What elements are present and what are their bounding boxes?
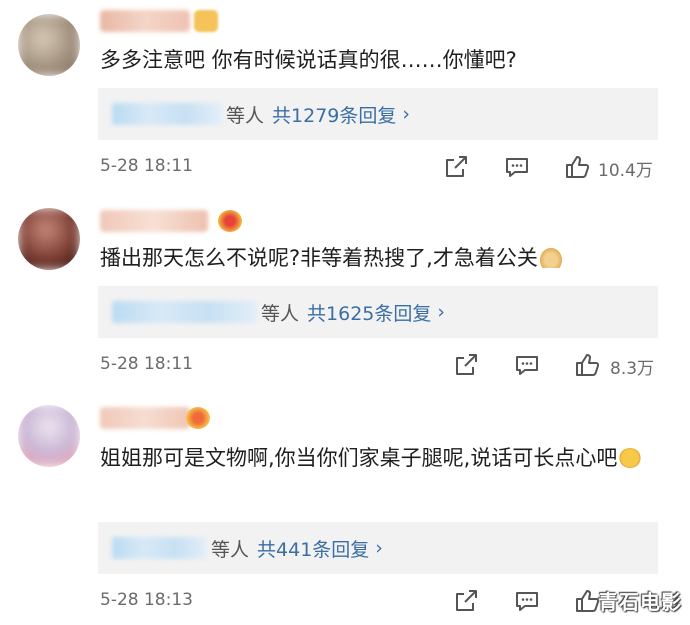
username[interactable] <box>100 407 190 429</box>
avatar[interactable] <box>18 208 80 270</box>
comment-item: 播出那天怎么不说呢?非等着热搜了,才急着公关 等人 共1625条回复 › 5-2… <box>0 198 690 398</box>
comment-text-content: 姐姐那可是文物啊,你当你们家桌子腿呢,说话可长点心吧 <box>100 446 618 470</box>
comment-icon[interactable] <box>513 351 541 379</box>
thumbs-up-icon[interactable] <box>573 351 601 379</box>
user-badge-icon <box>194 10 218 32</box>
username[interactable] <box>100 10 190 32</box>
pray-emoji-icon <box>539 248 562 268</box>
reply-summary[interactable]: 等人 共1625条回复 › <box>98 286 658 338</box>
share-icon[interactable] <box>452 587 480 615</box>
yum-emoji-icon <box>619 448 642 468</box>
crown-badge-icon <box>218 210 242 232</box>
reply-count-link[interactable]: 共1625条回复 <box>307 299 431 326</box>
reply-count-link[interactable]: 共1279条回复 <box>272 101 396 128</box>
chevron-right-icon: › <box>375 537 383 559</box>
avatar[interactable] <box>18 14 80 76</box>
reply-others-label: 等人 <box>226 104 265 127</box>
comment-text-content: 播出那天怎么不说呢?非等着热搜了,才急着公关 <box>100 246 538 270</box>
thumbs-up-icon[interactable] <box>573 587 601 615</box>
reply-users <box>112 301 257 323</box>
user-badge-icon <box>186 407 210 429</box>
avatar[interactable] <box>18 405 80 467</box>
chevron-right-icon: › <box>402 103 410 125</box>
comment-time: 5-28 18:11 <box>100 156 193 176</box>
reply-summary[interactable]: 等人 共441条回复 › <box>98 522 658 574</box>
comment-text: 姐姐那可是文物啊,你当你们家桌子腿呢,说话可长点心吧 <box>100 440 660 477</box>
reply-summary[interactable]: 等人 共1279条回复 › <box>98 88 658 140</box>
comment-footer: 5-28 18:11 8.3万 <box>0 351 690 381</box>
watermark: 青石电影 <box>598 590 682 614</box>
reply-others-label: 等人 <box>211 538 250 561</box>
chevron-right-icon: › <box>437 301 445 323</box>
reply-others-label: 等人 <box>261 302 300 325</box>
like-count: 8.3万 <box>610 359 655 379</box>
comment-item: 姐姐那可是文物啊,你当你们家桌子腿呢,说话可长点心吧 等人 共441条回复 › … <box>0 395 690 625</box>
reply-users <box>112 537 207 559</box>
comment-time: 5-28 18:11 <box>100 354 193 374</box>
comment-footer: 5-28 18:13 <box>0 587 690 617</box>
username[interactable] <box>100 210 208 232</box>
reply-count-link[interactable]: 共441条回复 <box>257 535 369 562</box>
comment-icon[interactable] <box>503 153 531 181</box>
comment-text: 多多注意吧 你有时候说话真的很……你懂吧? <box>100 48 517 72</box>
comment-text: 播出那天怎么不说呢?非等着热搜了,才急着公关 <box>100 240 670 277</box>
share-icon[interactable] <box>452 351 480 379</box>
reply-users <box>112 103 222 125</box>
comment-time: 5-28 18:13 <box>100 590 193 610</box>
comment-item: 多多注意吧 你有时候说话真的很……你懂吧? 等人 共1279条回复 › 5-28… <box>0 0 690 200</box>
share-icon[interactable] <box>442 153 470 181</box>
like-count: 10.4万 <box>598 161 653 181</box>
thumbs-up-icon[interactable] <box>563 153 591 181</box>
comment-footer: 5-28 18:11 10.4万 <box>0 153 690 183</box>
comment-icon[interactable] <box>513 587 541 615</box>
